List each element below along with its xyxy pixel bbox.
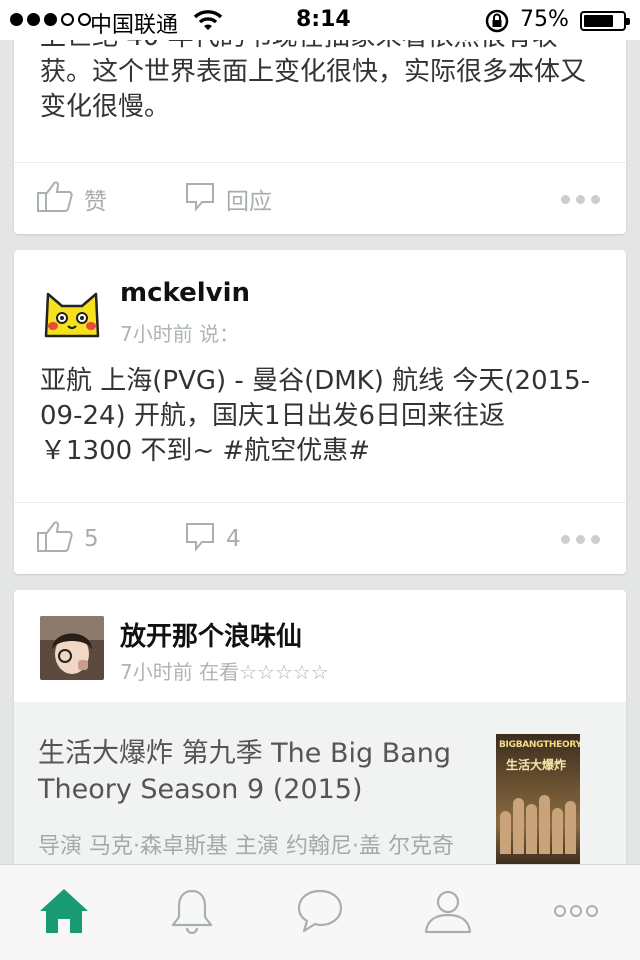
status-bar: 中国联通 8:14 75% (0, 0, 640, 40)
post-meta: 7小时前 在看☆☆☆☆☆ (120, 660, 329, 684)
timeline-feed[interactable]: 上世纪 40 年代的书现在抽象来看依然很有收获。这个世界表面上变化很快，实际很多… (0, 0, 640, 864)
bottom-tab-bar (0, 864, 640, 960)
reply-count: 4 (226, 526, 241, 552)
subject-title: 生活大爆炸 第九季 The Big Bang Theory Season 9 (… (38, 738, 452, 805)
carrier-name: 中国联通 (90, 13, 179, 38)
reply-button[interactable]: 4 (184, 503, 241, 574)
more-options-icon[interactable] (561, 195, 600, 204)
like-button[interactable]: 5 (36, 503, 99, 574)
chat-icon (295, 887, 345, 939)
author-name[interactable]: mckelvin (120, 278, 250, 308)
clock-time: 8:14 (296, 7, 351, 32)
status-card: mckelvin 7小时前 说： 亚航 上海(PVG) - 曼谷(DMK) 航线… (14, 250, 626, 574)
like-label: 赞 (84, 189, 107, 215)
attached-subject[interactable]: 生活大爆炸 第九季 The Big Bang Theory Season 9 (… (14, 702, 626, 864)
comment-icon (184, 180, 216, 218)
reply-button[interactable]: 回应 (184, 163, 272, 234)
thumbs-up-icon (36, 519, 74, 559)
bell-icon (169, 887, 215, 939)
subject-poster: BIGBANGTHEORY 生活大爆炸 (496, 734, 580, 864)
poster-title: BIGBANGTHEORY (499, 740, 580, 750)
tab-notifications[interactable] (128, 865, 256, 960)
avatar[interactable] (40, 280, 104, 344)
signal-strength-icon (10, 13, 91, 26)
status-text: 亚航 上海(PVG) - 曼谷(DMK) 航线 今天(2015-09-24) 开… (40, 366, 591, 466)
cat-avatar-icon (40, 280, 104, 344)
like-count: 5 (84, 526, 99, 552)
tab-messages[interactable] (256, 865, 384, 960)
wifi-icon (193, 9, 223, 37)
avatar[interactable] (40, 616, 104, 680)
tab-home[interactable] (0, 865, 128, 960)
battery-percentage: 75% (520, 7, 569, 32)
more-options-icon[interactable] (561, 535, 600, 544)
like-button[interactable]: 赞 (36, 163, 107, 234)
status-actions: 5 4 (14, 502, 626, 574)
author-name[interactable]: 放开那个浪味仙 (120, 616, 302, 653)
status-card: 放开那个浪味仙 7小时前 在看☆☆☆☆☆ 生活大爆炸 第九季 The Big B… (14, 590, 626, 864)
tab-more[interactable] (512, 865, 640, 960)
profile-icon (423, 887, 473, 939)
comment-icon (184, 520, 216, 558)
rotation-lock-icon (484, 8, 510, 40)
thumbs-up-icon (36, 179, 74, 219)
battery-icon (580, 11, 630, 31)
tab-profile[interactable] (384, 865, 512, 960)
poster-subtitle: 生活大爆炸 (506, 758, 567, 772)
subject-info: 导演 马克·森卓斯基 主演 约翰尼·盖 尔克奇 / 吉姆·帕森斯 / 美国 / (38, 834, 454, 859)
home-icon (38, 887, 90, 939)
user-photo-icon (40, 616, 104, 680)
reply-label: 回应 (226, 189, 272, 215)
status-actions: 赞 回应 (14, 162, 626, 234)
more-icon (553, 903, 599, 923)
post-meta: 7小时前 说： (120, 322, 240, 346)
